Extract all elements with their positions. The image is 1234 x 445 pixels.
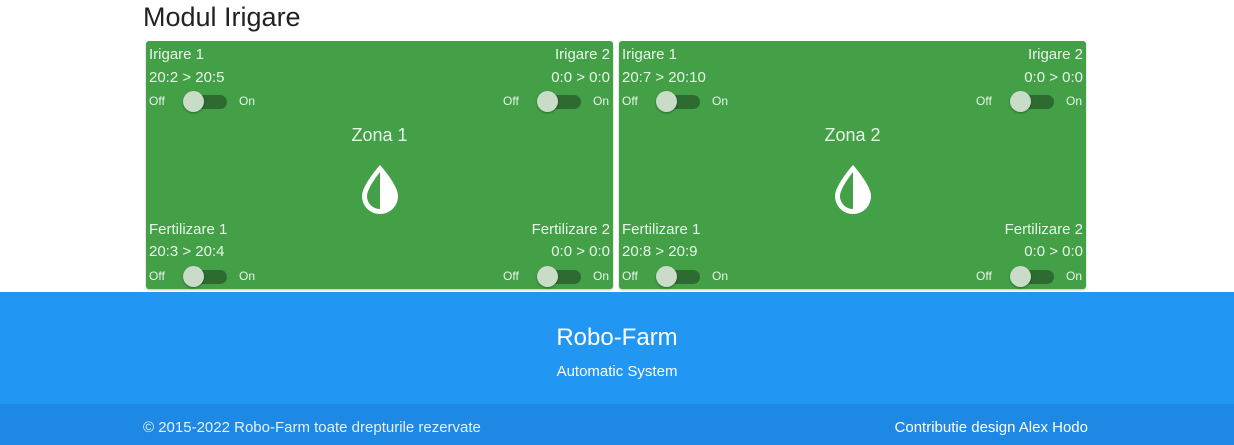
fertilizare-1-off-label: Off <box>622 269 638 283</box>
irigare-1-on-label: On <box>712 94 729 108</box>
footer-subtitle: Automatic System <box>556 363 678 380</box>
fertilizare-2-off-label: Off <box>503 269 519 283</box>
irigare-2-label: Irigare 2 <box>1027 46 1083 63</box>
zone-card-1: Irigare 1 20:2 > 20:5 Off On Irigare 2 0… <box>146 41 613 289</box>
fertilizare-2-on-label: On <box>1066 269 1083 283</box>
irigare-2-schedule: 0:0 > 0:0 <box>1024 69 1083 86</box>
fertilizare-2-toggle[interactable] <box>1003 264 1055 288</box>
irigare-2-schedule: 0:0 > 0:0 <box>551 69 610 86</box>
irigare-1-schedule: 20:2 > 20:5 <box>149 69 225 86</box>
irigare-1-toggle[interactable] <box>176 89 228 113</box>
zone-title: Zona 1 <box>351 125 408 145</box>
copyright-text: © 2015-2022 Robo-Farm toate drepturile r… <box>143 419 481 436</box>
page-title: Modul Irigare <box>143 2 301 32</box>
footer: Robo-Farm Automatic System <box>0 292 1234 404</box>
irigare-1-off-label: Off <box>622 94 638 108</box>
fertilizare-2-off-label: Off <box>976 269 992 283</box>
irigare-1-schedule: 20:7 > 20:10 <box>622 69 706 86</box>
water-drop-icon <box>361 165 398 214</box>
irigare-2-off-label: Off <box>503 94 519 108</box>
fertilizare-1-schedule: 20:3 > 20:4 <box>149 243 225 260</box>
design-credit-link[interactable]: Contributie design Alex Hodo <box>895 419 1088 436</box>
water-drop-icon <box>834 165 871 214</box>
fertilizare-1-on-label: On <box>239 269 256 283</box>
irigare-2-toggle[interactable] <box>1003 89 1055 113</box>
irigare-1-off-label: Off <box>149 94 165 108</box>
irigare-1-on-label: On <box>239 94 256 108</box>
fertilizare-1-label: Fertilizare 1 <box>149 221 228 238</box>
fertilizare-2-schedule: 0:0 > 0:0 <box>551 243 610 260</box>
fertilizare-2-on-label: On <box>593 269 610 283</box>
fertilizare-1-off-label: Off <box>149 269 165 283</box>
fertilizare-2-label: Fertilizare 2 <box>1004 221 1083 238</box>
copyright-bar: © 2015-2022 Robo-Farm toate drepturile r… <box>0 404 1234 445</box>
fertilizare-1-toggle[interactable] <box>176 264 228 288</box>
irigare-2-off-label: Off <box>976 94 992 108</box>
irigare-1-label: Irigare 1 <box>149 46 205 63</box>
irigare-2-on-label: On <box>593 94 610 108</box>
irigare-2-toggle[interactable] <box>530 89 582 113</box>
fertilizare-1-toggle[interactable] <box>649 264 701 288</box>
fertilizare-1-label: Fertilizare 1 <box>622 221 701 238</box>
fertilizare-1-on-label: On <box>712 269 729 283</box>
footer-title: Robo-Farm <box>556 324 678 351</box>
zone-card-2: Irigare 1 20:7 > 20:10 Off On Irigare 2 … <box>619 41 1086 289</box>
fertilizare-2-schedule: 0:0 > 0:0 <box>1024 243 1083 260</box>
irigare-1-label: Irigare 1 <box>622 46 678 63</box>
zone-title: Zona 2 <box>824 125 881 145</box>
irigare-2-on-label: On <box>1066 94 1083 108</box>
fertilizare-2-label: Fertilizare 2 <box>531 221 610 238</box>
irigare-2-label: Irigare 2 <box>554 46 610 63</box>
fertilizare-2-toggle[interactable] <box>530 264 582 288</box>
fertilizare-1-schedule: 20:8 > 20:9 <box>622 243 698 260</box>
irigare-1-toggle[interactable] <box>649 89 701 113</box>
